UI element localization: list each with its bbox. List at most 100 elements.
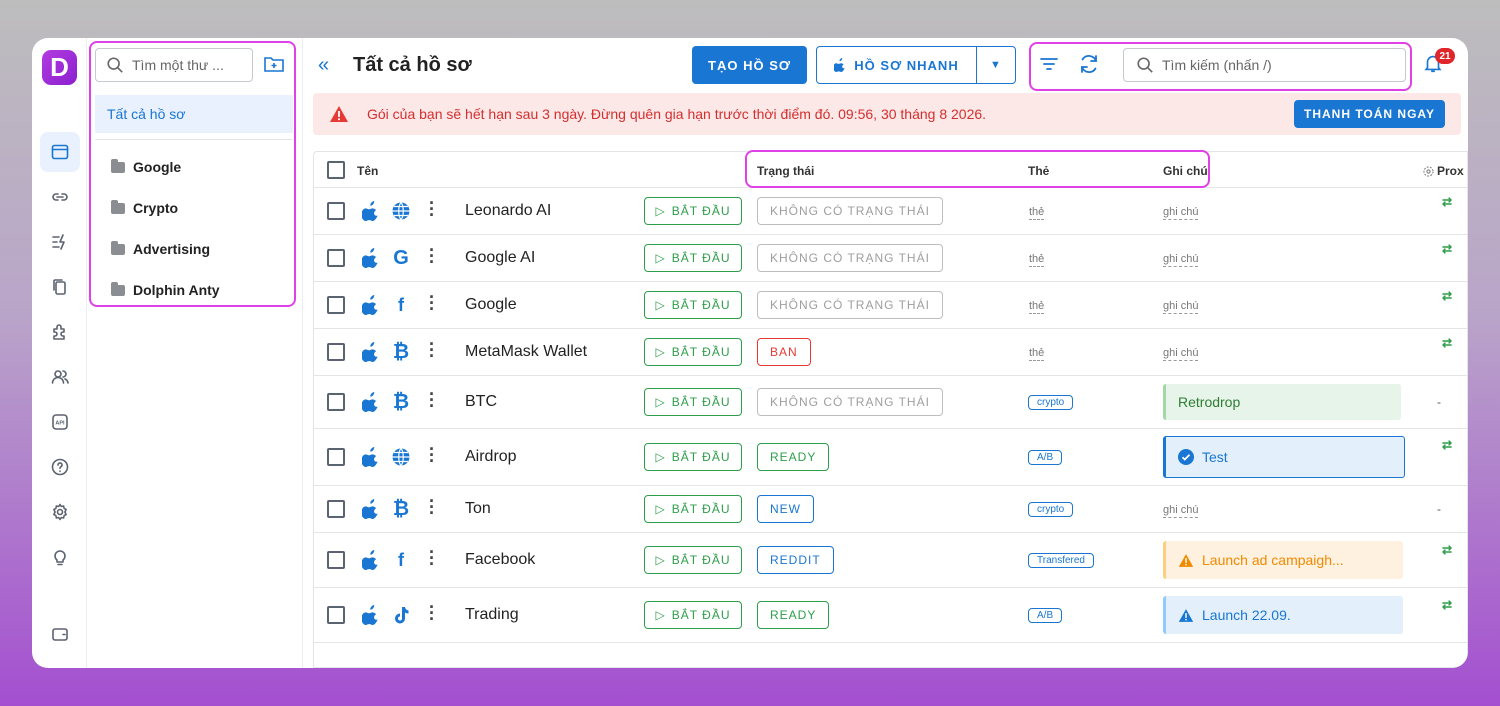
row-menu-icon[interactable]: · · ·	[427, 440, 437, 470]
create-profile-button[interactable]: TẠO HỒ SƠ	[692, 46, 807, 84]
note-placeholder[interactable]: ghi chú	[1163, 252, 1199, 267]
note-box[interactable]: Retrodrop	[1163, 384, 1401, 420]
status-badge[interactable]: KHÔNG CÓ TRẠNG THÁI	[757, 197, 943, 225]
status-badge[interactable]: BAN	[757, 338, 811, 366]
start-button[interactable]: ▷ BẮT ĐẦU	[644, 495, 742, 523]
row-menu-icon[interactable]: · · ·	[427, 335, 437, 365]
table-row[interactable]: · · · Leonardo AI ▷ BẮT ĐẦU KHÔNG CÓ TRẠNG …	[314, 188, 1467, 235]
note-placeholder[interactable]: ghi chú	[1163, 299, 1199, 314]
profile-name[interactable]: Ton	[465, 500, 491, 518]
proxy-icon[interactable]: ⇄	[1442, 438, 1452, 452]
tag-chip[interactable]: A/B	[1028, 450, 1063, 465]
table-row[interactable]: · · · Trading ▷ BẮT ĐẦU READY A/B Launch 22…	[314, 588, 1467, 643]
row-checkbox[interactable]	[327, 296, 345, 314]
note-box[interactable]: Launch 22.09.	[1163, 596, 1403, 634]
copy-nav-icon[interactable]	[40, 267, 80, 307]
wallet-nav-icon[interactable]	[40, 614, 80, 654]
row-checkbox[interactable]	[327, 249, 345, 267]
table-row[interactable]: ₿ · · · BTC ▷ BẮT ĐẦU KHÔNG CÓ TRẠNG THÁI c…	[314, 376, 1467, 429]
tag-placeholder[interactable]: thẻ	[1029, 205, 1045, 220]
quick-profile-dropdown[interactable]: ▼	[977, 59, 1015, 71]
start-button[interactable]: ▷ BẮT ĐẦU	[644, 546, 742, 574]
start-button[interactable]: ▷ BẮT ĐẦU	[644, 443, 742, 471]
row-checkbox[interactable]	[327, 448, 345, 466]
table-row[interactable]: f · · · Google ▷ BẮT ĐẦU KHÔNG CÓ TRẠNG THÁ…	[314, 282, 1467, 329]
note-placeholder[interactable]: ghi chú	[1163, 503, 1199, 518]
row-menu-icon[interactable]: · · ·	[427, 241, 437, 271]
link-nav-icon[interactable]	[40, 177, 80, 217]
status-badge[interactable]: KHÔNG CÓ TRẠNG THÁI	[757, 291, 943, 319]
note-box[interactable]: Launch ad campaigh...	[1163, 541, 1403, 579]
row-checkbox[interactable]	[327, 202, 345, 220]
team-nav-icon[interactable]	[40, 357, 80, 397]
profile-name[interactable]: Facebook	[465, 551, 535, 569]
proxy-icon[interactable]: ⇄	[1442, 336, 1452, 350]
tips-nav-icon[interactable]	[40, 537, 80, 577]
row-checkbox[interactable]	[327, 500, 345, 518]
tag-placeholder[interactable]: thẻ	[1029, 346, 1045, 361]
status-badge[interactable]: NEW	[757, 495, 814, 523]
tag-chip[interactable]: crypto	[1028, 502, 1074, 517]
start-button[interactable]: ▷ BẮT ĐẦU	[644, 601, 742, 629]
pay-now-button[interactable]: THANH TOÁN NGAY	[1294, 100, 1445, 128]
row-checkbox[interactable]	[327, 393, 345, 411]
profile-name[interactable]: Google AI	[465, 249, 535, 267]
status-badge[interactable]: KHÔNG CÓ TRẠNG THÁI	[757, 388, 943, 416]
collapse-sidebar-icon[interactable]: «	[318, 54, 329, 77]
row-menu-icon[interactable]: · · ·	[427, 385, 437, 415]
status-badge[interactable]: READY	[757, 601, 830, 629]
profile-name[interactable]: MetaMask Wallet	[465, 343, 587, 361]
proxy-icon[interactable]: ⇄	[1442, 598, 1452, 612]
tag-chip[interactable]: A/B	[1028, 608, 1063, 623]
row-menu-icon[interactable]: · · ·	[427, 543, 437, 573]
proxy-icon[interactable]: ⇄	[1442, 543, 1452, 557]
extensions-nav-icon[interactable]	[40, 312, 80, 352]
note-placeholder[interactable]: ghi chú	[1163, 346, 1199, 361]
help-nav-icon[interactable]	[40, 447, 80, 487]
row-checkbox[interactable]	[327, 343, 345, 361]
profile-name[interactable]: Google	[465, 296, 517, 314]
automation-nav-icon[interactable]	[40, 222, 80, 262]
api-nav-icon[interactable]: API	[40, 402, 80, 442]
globe-icon	[390, 200, 412, 222]
tag-chip[interactable]: crypto	[1028, 395, 1074, 410]
settings-nav-icon[interactable]	[40, 492, 80, 532]
apple-icon	[361, 392, 380, 412]
start-button[interactable]: ▷ BẮT ĐẦU	[644, 244, 742, 272]
tag-placeholder[interactable]: thẻ	[1029, 299, 1045, 314]
profile-name[interactable]: BTC	[465, 393, 497, 411]
tag-chip[interactable]: Transfered	[1028, 553, 1094, 568]
column-proxy[interactable]: Prox	[1422, 164, 1464, 178]
table-row[interactable]: ₿ · · · MetaMask Wallet ▷ BẮT ĐẦU BAN thẻ g…	[314, 329, 1467, 376]
profile-name[interactable]: Leonardo AI	[465, 202, 551, 220]
start-button[interactable]: ▷ BẮT ĐẦU	[644, 388, 742, 416]
row-checkbox[interactable]	[327, 606, 345, 624]
status-badge[interactable]: READY	[757, 443, 830, 471]
profile-name[interactable]: Trading	[465, 606, 519, 624]
app-logo[interactable]: D	[42, 50, 77, 85]
proxy-icon[interactable]: ⇄	[1442, 195, 1452, 209]
profile-name[interactable]: Airdrop	[465, 448, 517, 466]
row-menu-icon[interactable]: · · ·	[427, 194, 437, 224]
select-all-checkbox[interactable]	[327, 161, 345, 179]
row-menu-icon[interactable]: · · ·	[427, 288, 437, 318]
proxy-icon[interactable]: ⇄	[1442, 242, 1452, 256]
status-badge[interactable]: REDDIT	[757, 546, 834, 574]
row-menu-icon[interactable]: · · ·	[427, 598, 437, 628]
tag-placeholder[interactable]: thẻ	[1029, 252, 1045, 267]
row-menu-icon[interactable]: · · ·	[427, 492, 437, 522]
status-badge[interactable]: KHÔNG CÓ TRẠNG THÁI	[757, 244, 943, 272]
profiles-nav-icon[interactable]	[40, 132, 80, 172]
table-row[interactable]: G · · · Google AI ▷ BẮT ĐẦU KHÔNG CÓ TRẠNG …	[314, 235, 1467, 282]
note-placeholder[interactable]: ghi chú	[1163, 205, 1199, 220]
note-box[interactable]: Test	[1163, 436, 1405, 478]
row-checkbox[interactable]	[327, 551, 345, 569]
start-button[interactable]: ▷ BẮT ĐẦU	[644, 197, 742, 225]
table-row[interactable]: f · · · Facebook ▷ BẮT ĐẦU REDDIT Transfere…	[314, 533, 1467, 588]
start-button[interactable]: ▷ BẮT ĐẦU	[644, 291, 742, 319]
table-row[interactable]: ₿ · · · Ton ▷ BẮT ĐẦU NEW crypto ghi chú -	[314, 486, 1467, 533]
start-button[interactable]: ▷ BẮT ĐẦU	[644, 338, 742, 366]
table-row[interactable]: · · · Airdrop ▷ BẮT ĐẦU READY A/B Test ⇄	[314, 429, 1467, 486]
quick-profile-button[interactable]: HỒ SƠ NHANH ▼	[816, 46, 1016, 84]
proxy-icon[interactable]: ⇄	[1442, 289, 1452, 303]
